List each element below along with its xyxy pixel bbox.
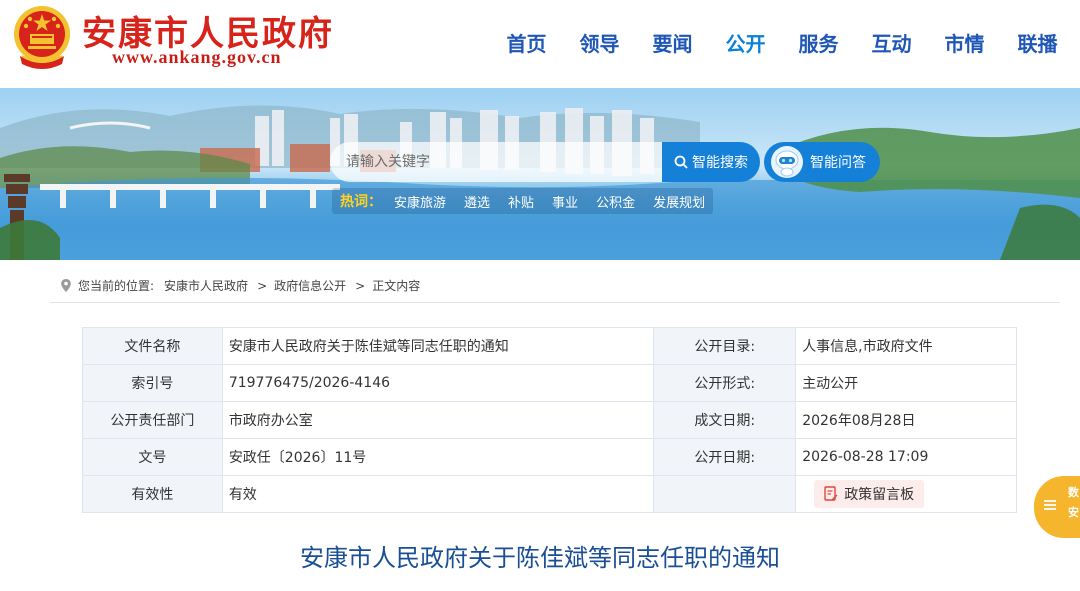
info-value-board: 政策留言板 [795, 475, 1017, 513]
floating-button-text-line1: 数 [1068, 486, 1079, 499]
hot-word-link[interactable]: 事业 [552, 192, 578, 211]
national-emblem-icon [14, 6, 70, 69]
hot-word-link[interactable]: 遴选 [464, 192, 490, 211]
info-label: 公开日期: [653, 438, 797, 476]
site-domain: www.ankang.gov.cn [112, 47, 282, 67]
info-label: 公开形式: [653, 364, 797, 402]
main-nav: 首页 领导 要闻 公开 服务 互动 市情 联播 [490, 28, 1074, 57]
smart-search-label: 智能搜索 [692, 155, 748, 171]
breadcrumb-separator: > [355, 278, 366, 293]
hot-word-link[interactable]: 发展规划 [653, 192, 705, 211]
table-row: 公开责任部门 市政府办公室 成文日期: 2026年08月28日 [82, 401, 1017, 439]
smart-qa-label: 智能问答 [810, 155, 866, 171]
floating-button-text-line2: 安 [1068, 506, 1079, 519]
table-row: 有效性 有效 政策留言板 [82, 475, 1017, 513]
table-row: 索引号 719776475/2026-4146 公开形式: 主动公开 [82, 364, 1017, 402]
info-value: 安政任〔2026〕11号 [221, 438, 655, 476]
table-row: 文件名称 安康市人民政府关于陈佳斌等同志任职的通知 公开目录: 人事信息,市政府… [82, 327, 1017, 365]
hot-words-label: 热词： [340, 194, 382, 210]
info-value: 主动公开 [795, 364, 1017, 402]
breadcrumb: 您当前的位置: 安康市人民政府 > 政府信息公开 > 正文内容 [60, 277, 420, 294]
info-value: 2026-08-28 17:09 [795, 438, 1017, 476]
breadcrumb-divider [50, 302, 1060, 303]
info-value: 市政府办公室 [221, 401, 655, 439]
info-label-empty [653, 475, 797, 513]
document-edit-icon [824, 486, 838, 501]
nav-broadcast[interactable]: 联播 [1001, 28, 1074, 57]
robot-assistant-icon [771, 146, 803, 178]
nav-city-info[interactable]: 市情 [928, 28, 1001, 57]
info-value: 719776475/2026-4146 [221, 364, 655, 402]
hot-word-link[interactable]: 公积金 [596, 192, 635, 211]
site-header: 安康市人民政府 www.ankang.gov.cn 首页 领导 要闻 公开 服务… [0, 0, 1080, 88]
nav-home[interactable]: 首页 [490, 28, 563, 57]
breadcrumb-prefix: 您当前的位置: [78, 279, 155, 293]
article-title: 安康市人民政府关于陈佳斌等同志任职的通知 [300, 544, 780, 572]
search-icon [674, 155, 688, 169]
nav-interaction[interactable]: 互动 [855, 28, 928, 57]
info-label: 文件名称 [82, 327, 223, 365]
info-value: 2026年08月28日 [795, 401, 1017, 439]
info-label: 索引号 [82, 364, 223, 402]
info-label: 成文日期: [653, 401, 797, 439]
breadcrumb-link-disclosure[interactable]: 政府信息公开 [274, 277, 346, 294]
hot-word-link[interactable]: 补贴 [508, 192, 534, 211]
hot-words-bar: 热词： 安康旅游 遴选 补贴 事业 公积金 发展规划 [332, 188, 714, 214]
menu-lines-icon [1044, 500, 1056, 510]
info-label: 公开责任部门 [82, 401, 223, 439]
info-value: 有效 [221, 475, 655, 513]
breadcrumb-link-home[interactable]: 安康市人民政府 [164, 277, 248, 294]
nav-leaders[interactable]: 领导 [563, 28, 636, 57]
table-row: 文号 安政任〔2026〕11号 公开日期: 2026-08-28 17:09 [82, 438, 1017, 476]
policy-message-board-button[interactable]: 政策留言板 [814, 480, 925, 508]
info-value: 人事信息,市政府文件 [795, 327, 1017, 365]
nav-services[interactable]: 服务 [782, 28, 855, 57]
search-input[interactable] [330, 142, 662, 182]
main-content: 您当前的位置: 安康市人民政府 > 政府信息公开 > 正文内容 文件名称 安康市… [32, 260, 1060, 591]
breadcrumb-separator: > [257, 278, 268, 293]
nav-disclosure[interactable]: 公开 [709, 28, 782, 57]
hot-word-link[interactable]: 安康旅游 [394, 192, 446, 211]
location-pin-icon [61, 279, 71, 292]
info-value: 安康市人民政府关于陈佳斌等同志任职的通知 [221, 327, 655, 365]
smart-qa-button[interactable]: 智能问答 [764, 142, 880, 182]
info-label: 文号 [82, 438, 223, 476]
smart-search-button[interactable]: 智能搜索 [662, 142, 760, 182]
policy-message-board-label: 政策留言板 [844, 487, 915, 503]
nav-news[interactable]: 要闻 [636, 28, 709, 57]
search-bar: 智能搜索 [330, 142, 760, 182]
info-label: 有效性 [82, 475, 223, 513]
document-info-table: 文件名称 安康市人民政府关于陈佳斌等同志任职的通知 公开目录: 人事信息,市政府… [82, 327, 1017, 513]
info-label: 公开目录: [653, 327, 797, 365]
breadcrumb-current: 正文内容 [372, 279, 421, 293]
